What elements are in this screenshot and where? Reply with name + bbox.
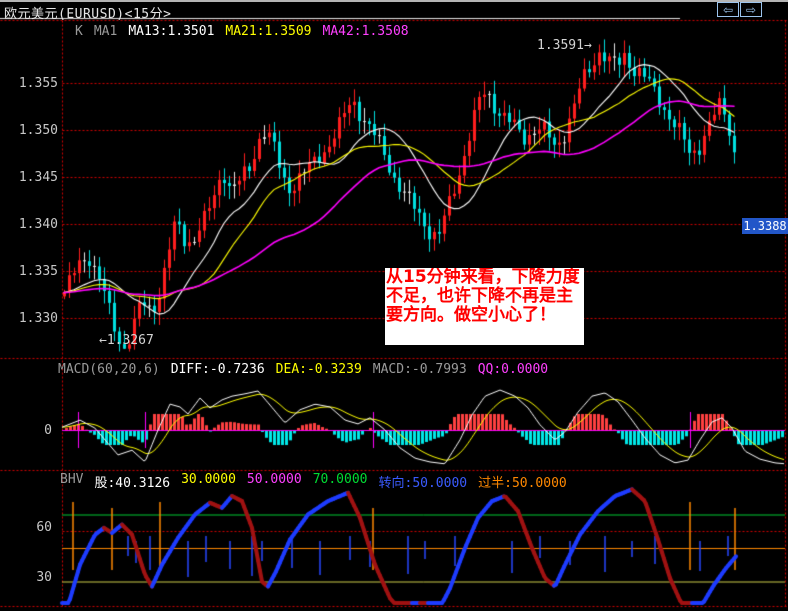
macd-name: MACD(60,20,6) [58, 362, 160, 377]
bhv-legend: BHV 股:40.3126 30.0000 50.0000 70.0000 转向… [60, 472, 567, 491]
legend-ma1: MA1 [93, 24, 118, 39]
main-legend: K MA1 MA13:1.3501 MA21:1.3509 MA42:1.350… [75, 24, 409, 39]
legend-ma42: MA42:1.3508 [322, 24, 409, 39]
bhv-l50: 50.0000 [246, 472, 302, 487]
macd-qq: QQ:0.0000 [477, 362, 549, 377]
legend-ma21: MA21:1.3509 [225, 24, 312, 39]
high-price-marker: 1.3591→ [537, 38, 592, 53]
analysis-note: 从15分钟来看，下降力度不足，也许下降不再是主要方向。做空小心了！ [385, 268, 584, 345]
macd-legend: MACD(60,20,6) DIFF:-0.7236 DEA:-0.3239 M… [58, 362, 549, 377]
price-axis-label: 1.355 [18, 76, 58, 91]
title-bar: 欧元美元(EURUSD)<15分> ⇦ ⇨ [0, 0, 788, 22]
bhv-half: 过半:50.0000 [478, 476, 567, 491]
macd-diff: DIFF:-0.7236 [170, 362, 265, 377]
macd-dea: DEA:-0.3239 [275, 362, 362, 377]
bhv-value: 股:40.3126 [94, 476, 171, 491]
bhv-l70: 70.0000 [312, 472, 368, 487]
bhv-name: BHV [60, 472, 84, 487]
price-axis-label: 1.330 [18, 311, 58, 326]
macd-zero-label: 0 [44, 423, 52, 438]
bhv-axis-label: 30 [36, 570, 52, 585]
chart-window: 欧元美元(EURUSD)<15分> ⇦ ⇨ K MA1 MA13:1.3501 … [0, 0, 788, 611]
scroll-left-button[interactable]: ⇦ [717, 2, 739, 17]
price-axis-label: 1.350 [18, 123, 58, 138]
price-axis-label: 1.335 [18, 264, 58, 279]
window-top-edge [0, 0, 788, 2]
legend-ma13: MA13:1.3501 [128, 24, 215, 39]
last-price-tag: 1.3388 [742, 218, 788, 234]
bhv-l30: 30.0000 [181, 472, 236, 487]
bhv-turn: 转向:50.0000 [378, 476, 468, 491]
scroll-right-button[interactable]: ⇨ [740, 2, 762, 17]
price-axis-label: 1.340 [18, 217, 58, 232]
price-axis-label: 1.345 [18, 170, 58, 185]
macd-value: MACD:-0.7993 [372, 362, 467, 377]
legend-k: K [75, 24, 83, 39]
low-price-marker: ←1.3267 [99, 333, 154, 348]
bhv-axis-label: 60 [36, 520, 52, 535]
window-title: 欧元美元(EURUSD)<15分> [4, 7, 172, 22]
